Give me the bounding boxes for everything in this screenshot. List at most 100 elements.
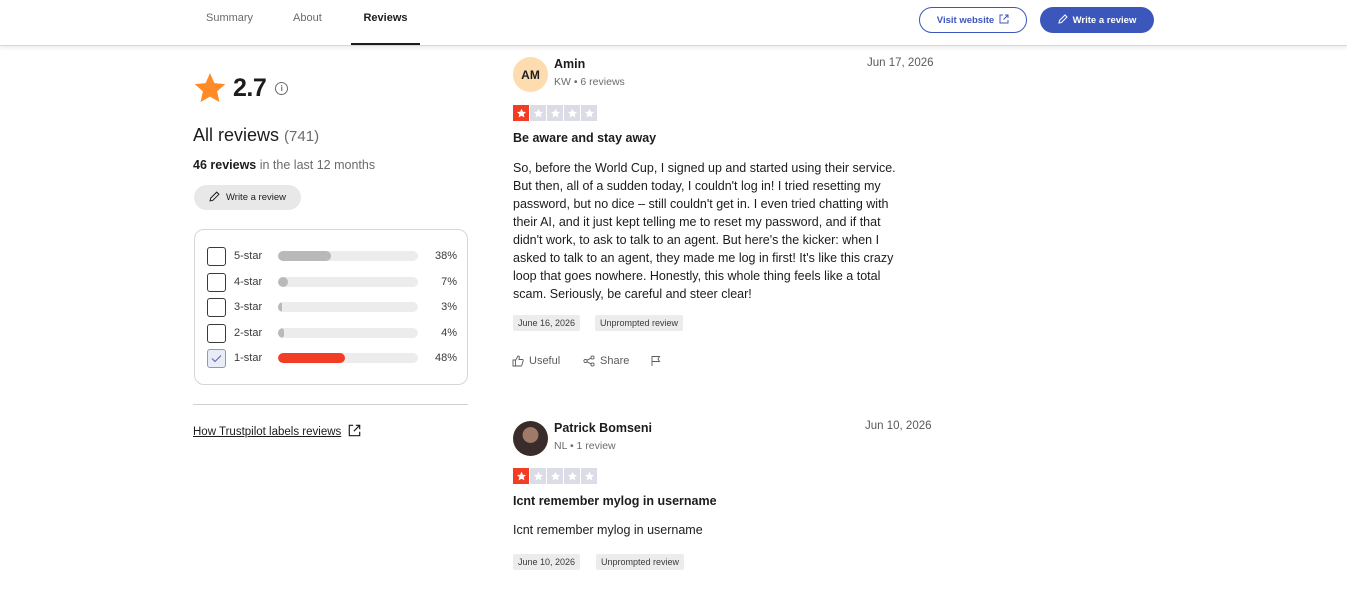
- review-date: Jun 10, 2026: [865, 420, 932, 432]
- star-empty-icon: [547, 468, 563, 484]
- filter-checkbox-checked[interactable]: [207, 348, 226, 368]
- reviewer-name[interactable]: Amin: [554, 57, 585, 71]
- share-label: Share: [600, 355, 630, 367]
- filter-row-5-star[interactable]: 5-star 38%: [207, 246, 457, 266]
- star-rating: [513, 105, 597, 121]
- filter-label: 1-star: [234, 352, 263, 364]
- pencil-icon: [1058, 13, 1068, 27]
- filter-bar-fill: [278, 302, 283, 312]
- filter-bar-fill: [278, 353, 346, 363]
- review-body-line: Icnt remember mylog in username: [513, 523, 703, 537]
- star-empty-icon: [581, 105, 597, 121]
- share-icon: [583, 355, 595, 367]
- reviewer-meta: KW • 6 reviews: [554, 76, 625, 88]
- flag-icon: [651, 356, 661, 366]
- overall-rating: 2.7 i: [193, 71, 289, 105]
- filter-percent: 3%: [441, 301, 457, 313]
- unprompted-review-tag: Unprompted review: [596, 554, 685, 570]
- star-empty-icon: [564, 105, 580, 121]
- write-review-button[interactable]: Write a review: [1040, 7, 1154, 33]
- divider: [193, 404, 468, 405]
- external-link-icon: [348, 424, 361, 440]
- all-reviews-heading: All reviews (741): [193, 125, 319, 146]
- reviewer-name[interactable]: Patrick Bomseni: [554, 421, 652, 435]
- total-review-count: (741): [284, 128, 320, 145]
- star-filled-icon: [513, 105, 529, 121]
- useful-button[interactable]: Useful: [512, 355, 560, 367]
- experience-date-tag: June 10, 2026: [513, 554, 581, 570]
- tab-summary[interactable]: Summary: [202, 0, 257, 45]
- review-title[interactable]: Icnt remember mylog in username: [513, 494, 717, 508]
- avatar[interactable]: AM: [513, 57, 548, 92]
- filter-row-4-star[interactable]: 4-star 7%: [207, 272, 457, 292]
- recent-reviews-summary: 46 reviews in the last 12 months: [193, 158, 375, 172]
- filter-checkbox[interactable]: [207, 246, 226, 266]
- star-filter-panel: 5-star 38% 4-star 7% 3-star 3% 2-star 4%…: [194, 229, 468, 385]
- recent-review-count: 46 reviews: [193, 158, 257, 172]
- pencil-icon: [209, 190, 220, 205]
- star-rating: [513, 468, 597, 484]
- filter-percent: 7%: [441, 276, 457, 288]
- review-title[interactable]: Be aware and stay away: [513, 131, 656, 145]
- tab-about[interactable]: About: [289, 0, 326, 45]
- filter-bar-fill: [278, 277, 288, 287]
- review-body-line: But then, all of a sudden today, I could…: [513, 179, 881, 193]
- filter-label: 4-star: [234, 276, 263, 288]
- star-icon: [194, 73, 226, 103]
- avatar-photo[interactable]: [513, 421, 548, 456]
- filter-row-1-star[interactable]: 1-star 48%: [207, 348, 457, 368]
- star-empty-icon: [530, 468, 546, 484]
- star-empty-icon: [530, 105, 546, 121]
- review-body: Icnt remember mylog in username: [513, 521, 943, 539]
- star-filled-icon: [513, 468, 529, 484]
- unprompted-review-tag: Unprompted review: [595, 315, 684, 331]
- star-empty-icon: [547, 105, 563, 121]
- filter-bar: [278, 302, 418, 312]
- labels-link-text: How Trustpilot labels reviews: [193, 426, 342, 438]
- top-navigation: Summary About Reviews Visit website Writ…: [0, 0, 1347, 46]
- visit-website-button[interactable]: Visit website: [919, 7, 1027, 33]
- useful-label: Useful: [529, 355, 561, 367]
- filter-label: 3-star: [234, 301, 263, 313]
- tab-reviews[interactable]: Reviews: [351, 0, 420, 45]
- filter-bar: [278, 277, 418, 287]
- star-empty-icon: [581, 468, 597, 484]
- write-review-small-button[interactable]: Write a review: [194, 185, 301, 210]
- trustpilot-labels-link[interactable]: How Trustpilot labels reviews: [193, 424, 361, 440]
- filter-checkbox[interactable]: [207, 323, 226, 343]
- thumbs-up-icon: [512, 355, 524, 367]
- experience-date-tag: June 16, 2026: [513, 315, 581, 331]
- filter-percent: 4%: [441, 327, 457, 339]
- external-link-icon: [999, 14, 1009, 27]
- filter-row-3-star[interactable]: 3-star 3%: [207, 297, 457, 317]
- all-reviews-label: All reviews: [193, 125, 280, 145]
- review-body-line: didn't work, to ask to talk to an agent.…: [513, 233, 880, 247]
- review-body-line: loop that goes nowhere. Honestly, this w…: [513, 269, 881, 283]
- filter-bar: [278, 251, 418, 261]
- filter-bar: [278, 353, 418, 363]
- filter-bar: [278, 328, 418, 338]
- share-button[interactable]: Share: [583, 355, 629, 367]
- filter-bar-fill: [278, 251, 332, 261]
- checkmark-icon: [211, 354, 222, 362]
- info-icon[interactable]: i: [275, 81, 289, 95]
- report-button[interactable]: [650, 355, 662, 367]
- review-body-line: scam. Seriously, be careful and steer cl…: [513, 287, 752, 301]
- visit-website-label: Visit website: [936, 14, 995, 26]
- filter-checkbox[interactable]: [207, 272, 226, 292]
- filter-label: 2-star: [234, 327, 263, 339]
- rating-value: 2.7: [233, 73, 267, 102]
- filter-label: 5-star: [234, 250, 263, 262]
- filter-percent: 48%: [434, 352, 457, 364]
- star-empty-icon: [564, 468, 580, 484]
- filter-checkbox[interactable]: [207, 297, 226, 317]
- review-body-line: So, before the World Cup, I signed up an…: [513, 161, 896, 175]
- review-body-line: their AI, and it just kept telling me to…: [513, 215, 881, 229]
- filter-row-2-star[interactable]: 2-star 4%: [207, 323, 457, 343]
- write-review-label: Write a review: [1072, 14, 1137, 26]
- recent-review-suffix: in the last 12 months: [259, 158, 376, 172]
- reviewer-meta: NL • 1 review: [554, 440, 616, 452]
- filter-percent: 38%: [434, 250, 457, 262]
- write-review-small-label: Write a review: [225, 192, 286, 203]
- review-date: Jun 17, 2026: [867, 57, 934, 69]
